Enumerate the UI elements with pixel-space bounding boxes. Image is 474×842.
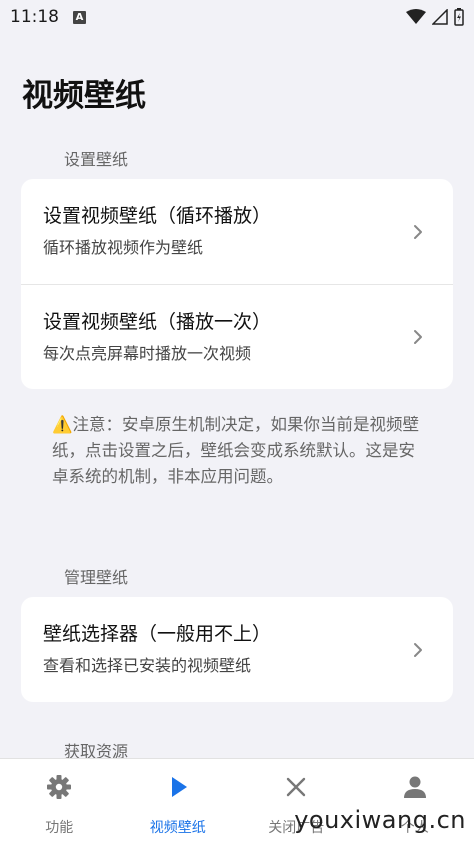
battery-icon (454, 8, 464, 26)
chevron-right-icon (414, 330, 422, 344)
nav-label: 功能 (45, 820, 74, 836)
nav-item-features[interactable]: 功能 (0, 759, 119, 842)
item-subtitle: 查看和选择已安装的视频壁纸 (43, 656, 252, 675)
set-once-wallpaper-item[interactable]: 设置视频壁纸（播放一次） 每次点亮屏幕时播放一次视频 (21, 284, 453, 389)
item-title: 壁纸选择器（一般用不上） (43, 623, 272, 645)
close-icon (287, 777, 306, 797)
manage-wallpaper-card: 壁纸选择器（一般用不上） 查看和选择已安装的视频壁纸 (21, 597, 453, 702)
item-title: 设置视频壁纸（播放一次） (43, 311, 272, 333)
status-bar: 11:18 A (0, 0, 474, 34)
warning-note: ⚠️注意：安卓原生机制决定，如果你当前是视频壁纸，点击设置之后，壁纸会变成系统默… (52, 415, 420, 486)
signal-icon (432, 9, 448, 25)
nav-item-video-wallpaper[interactable]: 视频壁纸 (119, 759, 238, 842)
set-loop-wallpaper-item[interactable]: 设置视频壁纸（循环播放） 循环播放视频作为壁纸 (21, 179, 453, 284)
wifi-icon (406, 9, 426, 24)
chevron-right-icon (414, 224, 422, 239)
section-label-manage: 管理壁纸 (64, 568, 129, 587)
item-subtitle: 每次点亮屏幕时播放一次视频 (43, 344, 252, 363)
person-icon (403, 776, 426, 798)
gear-icon (47, 775, 72, 799)
set-wallpaper-card: 设置视频壁纸（循环播放） 循环播放视频作为壁纸 设置视频壁纸（播放一次） 每次点… (21, 179, 453, 389)
status-icons (406, 8, 464, 26)
chevron-right-icon (414, 642, 422, 657)
wallpaper-picker-item[interactable]: 壁纸选择器（一般用不上） 查看和选择已安装的视频壁纸 (21, 597, 453, 702)
watermark-text: youxiwang.cn (294, 806, 466, 834)
nav-label: 视频壁纸 (149, 820, 206, 836)
play-icon (171, 777, 187, 797)
notification-a-icon: A (73, 10, 86, 24)
item-title: 设置视频壁纸（循环播放） (43, 205, 272, 227)
status-time: 11:18 (10, 7, 59, 27)
item-subtitle: 循环播放视频作为壁纸 (43, 238, 204, 257)
section-label-set: 设置壁纸 (64, 150, 129, 169)
page-title: 视频壁纸 (22, 78, 146, 114)
